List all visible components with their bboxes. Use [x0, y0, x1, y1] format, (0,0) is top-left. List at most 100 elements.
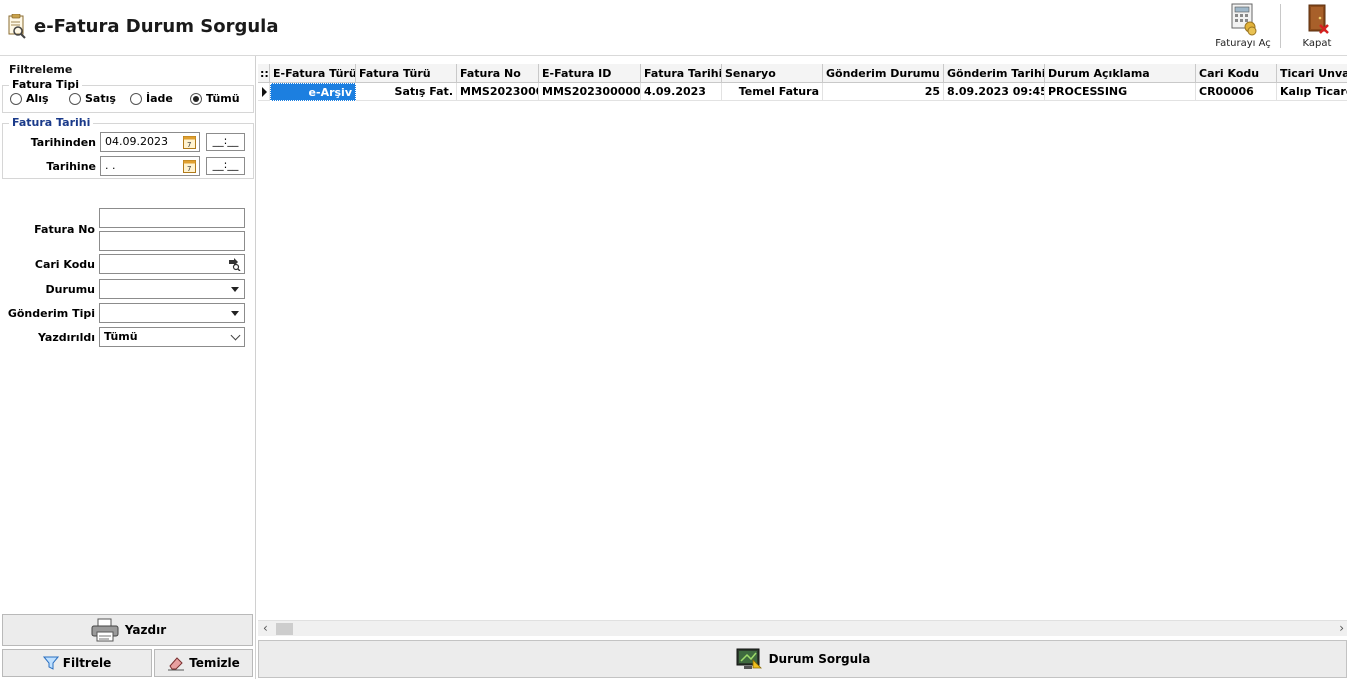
date-to-input[interactable]: . . 7 [100, 156, 200, 176]
page-title: e-Fatura Durum Sorgula [34, 16, 279, 37]
clear-button[interactable]: Temizle [154, 649, 253, 677]
customer-code-label: Cari Kodu [34, 258, 95, 271]
header-bar: e-Fatura Durum Sorgula Faturayı Aç Kapat [0, 0, 1347, 56]
lookup-icon[interactable] [227, 257, 241, 271]
column-header[interactable]: Gönderim Tarihi [944, 64, 1045, 83]
invoice-grid: :: E-Fatura Türü Fatura Türü Fatura No E… [258, 64, 1347, 636]
date-to-label: Tarihine [46, 160, 96, 173]
send-type-label: Gönderim Tipi [7, 307, 95, 320]
column-header[interactable]: Fatura Tarihi [641, 64, 722, 83]
radio-all-dot[interactable] [190, 92, 202, 105]
column-header[interactable]: Fatura No [457, 64, 539, 83]
column-header[interactable]: Ticari Unvan [1277, 64, 1347, 83]
table-cell[interactable]: MMS2023000001 [457, 83, 539, 101]
column-header[interactable]: Cari Kodu [1196, 64, 1277, 83]
eraser-icon [168, 657, 185, 671]
radio-all-label: Tümü [206, 92, 240, 105]
invoice-no-to-input[interactable] [99, 231, 245, 251]
invoice-date-title: Fatura Tarihi [9, 116, 94, 129]
scroll-right-icon[interactable]: › [1339, 621, 1344, 635]
invoice-no-label: Fatura No [34, 223, 95, 236]
invoice-type-group: Fatura Tipi Alış Satış İade Tümü [2, 78, 254, 113]
table-cell[interactable]: Kalıp Ticaret [1277, 83, 1347, 101]
invoice-no-from-input[interactable] [99, 208, 245, 228]
filter-button[interactable]: Filtrele [2, 649, 152, 677]
table-row[interactable]: e-Arşiv Satış Fat. MMS2023000001 MMS2023… [258, 83, 1347, 101]
scroll-left-icon[interactable]: ‹ [263, 621, 268, 635]
row-indicator-icon [258, 83, 270, 101]
calendar-icon[interactable]: 7 [183, 135, 196, 149]
toolbar-separator [1280, 4, 1281, 48]
table-cell[interactable]: PROCESSING [1045, 83, 1196, 101]
invoice-calculator-icon [1231, 3, 1257, 36]
column-header[interactable]: Senaryo [722, 64, 823, 83]
open-invoice-button[interactable]: Faturayı Aç [1210, 2, 1276, 52]
dropdown-arrow-icon[interactable] [231, 311, 239, 316]
table-cell[interactable]: Satış Fat. [356, 83, 457, 101]
print-button[interactable]: Yazdır [2, 614, 253, 646]
query-status-button-label: Durum Sorgula [768, 652, 871, 666]
customer-code-input[interactable] [99, 254, 245, 274]
grid-header: :: E-Fatura Türü Fatura Türü Fatura No E… [258, 64, 1347, 83]
filter-section-title: Filtreleme [9, 63, 73, 76]
date-from-input[interactable]: 04.09.2023 7 [100, 132, 200, 152]
app-window: e-Fatura Durum Sorgula Faturayı Aç Kapat [0, 0, 1347, 679]
svg-text:7: 7 [187, 141, 191, 149]
radio-sales-dot[interactable] [69, 92, 81, 105]
dropdown-arrow-icon[interactable] [231, 287, 239, 292]
column-header[interactable]: Fatura Türü [356, 64, 457, 83]
horizontal-scrollbar[interactable]: ‹ › [258, 620, 1347, 636]
radio-return[interactable]: İade [130, 92, 173, 105]
table-cell[interactable]: 25 [823, 83, 944, 101]
close-button[interactable]: Kapat [1296, 2, 1338, 52]
chevron-down-icon[interactable] [230, 330, 241, 341]
table-cell[interactable]: e-Arşiv [270, 83, 356, 101]
column-header[interactable]: E-Fatura ID [539, 64, 641, 83]
send-type-select[interactable] [99, 303, 245, 323]
exit-door-icon [1308, 4, 1329, 34]
table-cell[interactable]: MMS2023000000001 [539, 83, 641, 101]
column-header[interactable]: Gönderim Durumu [823, 64, 944, 83]
clear-button-label: Temizle [189, 656, 240, 670]
invoice-date-group: Fatura Tarihi Tarihinden 04.09.2023 7 __… [2, 116, 254, 179]
date-to-value: . . [105, 159, 116, 172]
radio-purchase-dot[interactable] [10, 92, 22, 105]
filter-panel: Filtreleme Fatura Tipi Alış Satış İade T… [0, 56, 256, 679]
print-button-label: Yazdır [124, 623, 167, 637]
time-from-input[interactable]: __:__ [206, 133, 245, 151]
table-cell[interactable]: 4.09.2023 [641, 83, 722, 101]
date-from-label: Tarihinden [30, 136, 96, 149]
svg-text:7: 7 [187, 165, 191, 173]
column-header[interactable]: Durum Açıklama [1045, 64, 1196, 83]
table-cell[interactable]: 8.09.2023 09:45:5 [944, 83, 1045, 101]
monitor-status-icon [736, 648, 762, 669]
table-cell[interactable]: Temel Fatura [722, 83, 823, 101]
open-invoice-label: Faturayı Aç [1215, 38, 1271, 49]
funnel-icon [42, 656, 59, 670]
status-label: Durumu [45, 283, 95, 296]
calendar-icon[interactable]: 7 [183, 159, 196, 173]
radio-return-dot[interactable] [130, 92, 142, 105]
radio-all[interactable]: Tümü [190, 92, 240, 105]
radio-sales[interactable]: Satış [69, 92, 116, 105]
grid-corner-handle[interactable]: :: [258, 64, 270, 83]
document-search-icon [8, 14, 26, 39]
filter-button-label: Filtrele [62, 656, 112, 670]
invoice-type-title: Fatura Tipi [9, 78, 82, 91]
printed-label: Yazdırıldı [37, 331, 95, 344]
printed-select[interactable]: Tümü [99, 327, 245, 347]
printed-value: Tümü [104, 330, 138, 343]
scroll-thumb[interactable] [276, 623, 293, 635]
radio-return-label: İade [146, 92, 173, 105]
close-label: Kapat [1302, 38, 1332, 49]
radio-sales-label: Satış [85, 92, 116, 105]
date-from-value: 04.09.2023 [105, 135, 168, 148]
column-header[interactable]: E-Fatura Türü [270, 64, 356, 83]
radio-purchase[interactable]: Alış [10, 92, 49, 105]
status-select[interactable] [99, 279, 245, 299]
query-status-button[interactable]: Durum Sorgula [258, 640, 1347, 678]
printer-icon [91, 618, 119, 642]
table-cell[interactable]: CR00006 [1196, 83, 1277, 101]
radio-purchase-label: Alış [26, 92, 49, 105]
time-to-input[interactable]: __:__ [206, 157, 245, 175]
